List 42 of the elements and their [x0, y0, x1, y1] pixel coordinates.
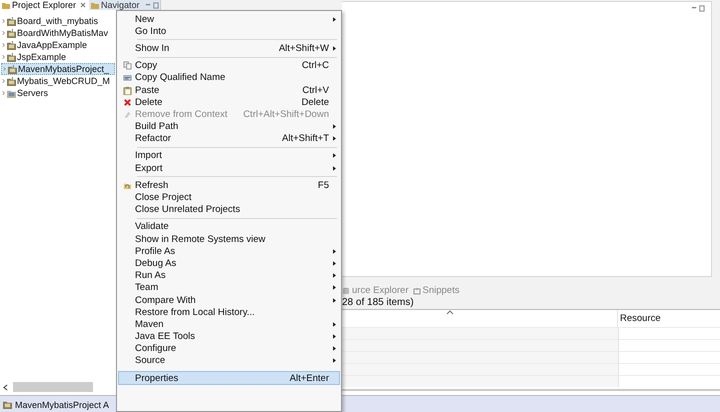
menu-item[interactable]: Source [119, 354, 339, 368]
menu-item[interactable]: Properties Alt+Enter [119, 372, 339, 384]
tree-item[interactable]: JspExample [1, 51, 113, 63]
status-text: MavenMybatisProject A [15, 400, 110, 410]
menu-item[interactable]: Team [119, 282, 339, 294]
menu-item[interactable]: Refactor Alt+Shift+T [119, 132, 339, 145]
menu-item[interactable]: Compare With [119, 294, 339, 306]
tree-item[interactable]: MavenMybatisProject_ [1, 63, 115, 75]
menu-item[interactable]: Restore from Local History... [119, 306, 339, 318]
view-tab[interactable]: Project Explorer [0, 0, 90, 10]
menu-item[interactable]: Build Path [119, 120, 339, 133]
menu-item[interactable]: Run As [119, 270, 339, 282]
menu-item[interactable]: New [119, 13, 339, 26]
menu-item[interactable]: Go Into [119, 25, 339, 38]
view-tab[interactable]: Navigator [89, 0, 143, 10]
minimize-maximize-icon[interactable] [144, 2, 159, 8]
menu-item[interactable]: Profile As [119, 245, 339, 258]
tree-item[interactable]: Board_with_mybatis [1, 15, 113, 27]
menu-item[interactable]: Configure [119, 342, 339, 355]
minimize-maximize-icon[interactable] [691, 5, 705, 12]
column-header[interactable]: Resource [618, 310, 720, 327]
folder-icon [2, 1, 10, 9]
menu-item[interactable]: Java EE Tools [119, 330, 339, 343]
scroll-left-icon[interactable] [2, 382, 9, 392]
tree-item[interactable]: Servers [1, 87, 113, 99]
tree-item[interactable]: JavaAppExample [1, 39, 113, 51]
menu-item[interactable]: Paste Ctrl+V [119, 84, 339, 96]
menu-item[interactable]: Debug As [119, 257, 339, 270]
menu-item[interactable]: Close Unrelated Projects [119, 204, 339, 216]
folder-icon [91, 1, 100, 9]
item-count-text: 28 of 185 items) [342, 297, 720, 309]
menu-item[interactable]: Export [119, 162, 339, 174]
menu-item[interactable]: Copy Qualified Name [119, 72, 339, 84]
menu-item[interactable]: Show in Remote Systems view [119, 233, 339, 246]
tree-item[interactable]: Mybatis_WebCRUD_M [1, 75, 113, 87]
project-icon [3, 400, 12, 409]
menu-item[interactable]: Delete Delete [119, 96, 339, 108]
scrollbar-thumb[interactable] [13, 382, 93, 392]
menu-item[interactable]: Close Project [119, 191, 339, 204]
menu-item[interactable]: Maven [119, 318, 339, 330]
close-icon[interactable] [80, 2, 86, 8]
tree-item[interactable]: BoardWithMyBatisMav [1, 27, 113, 39]
